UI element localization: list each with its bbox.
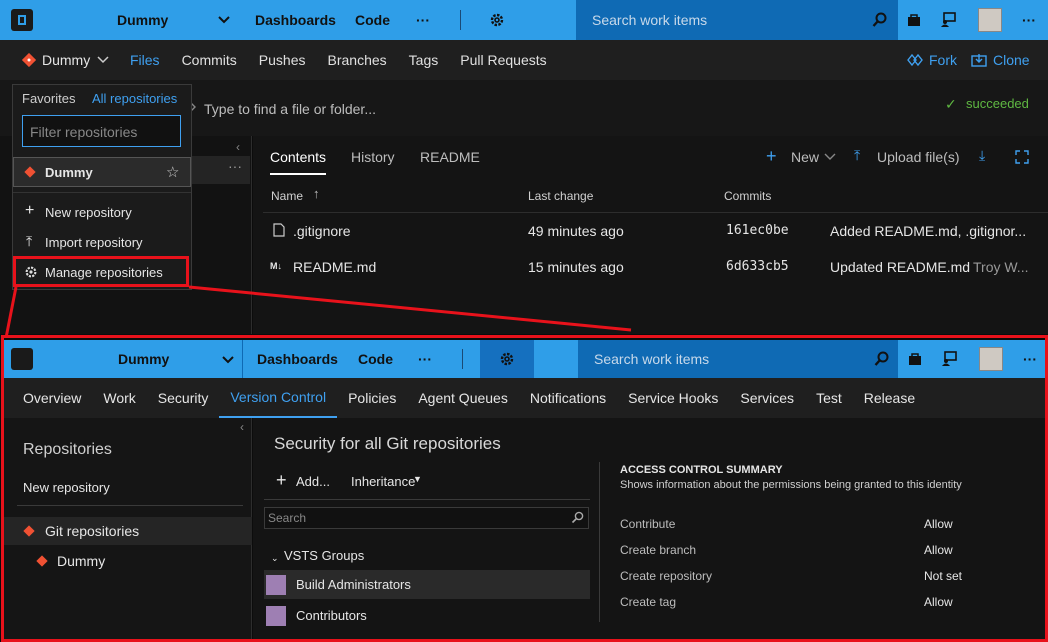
highlight-admin-screenshot	[1, 335, 1048, 642]
